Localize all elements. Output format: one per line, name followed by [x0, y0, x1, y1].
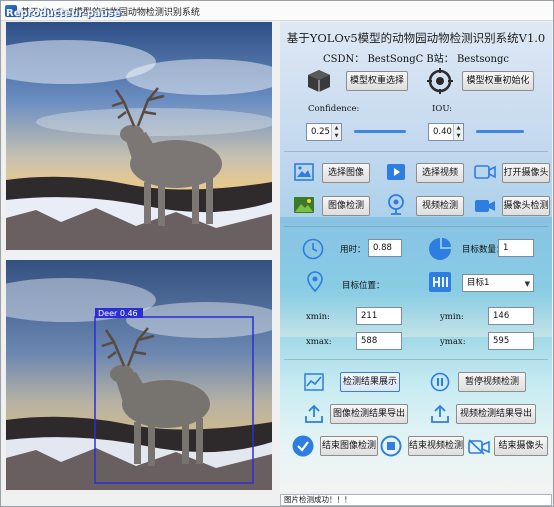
confidence-value: 0.25 — [311, 127, 330, 137]
line-chart-icon — [304, 373, 324, 391]
target-select-value: 目标1 — [467, 278, 490, 288]
target-position-label: 目标位置： — [342, 281, 385, 291]
separator-3 — [284, 359, 548, 360]
app-window: 基于YOLOv5模型的动物园动物检测识别系统 Reproducteur paus… — [0, 0, 554, 507]
confidence-spinbox[interactable]: 0.25 ▲ ▼ — [306, 123, 342, 141]
confidence-label: Confidence: — [308, 104, 360, 114]
select-image-button[interactable]: 选择图像 — [322, 163, 370, 183]
export-image-results-button[interactable]: 图像检测结果导出 — [330, 404, 408, 424]
end-video-detect-button[interactable]: 结束视频检测 — [408, 436, 464, 456]
image-icon — [294, 163, 314, 181]
select-weights-button[interactable]: 模型权重选择 — [346, 71, 408, 91]
ymin-field: 146 — [488, 307, 534, 325]
iou-spinbox[interactable]: 0.40 ▲ ▼ — [428, 123, 464, 141]
separator-1 — [284, 151, 548, 152]
image-detect-button[interactable]: 图像检测 — [322, 196, 370, 216]
detection-result-image: Deer 0.46 — [6, 260, 272, 490]
open-camera-button[interactable]: 打开摄像头 — [502, 163, 550, 183]
landscape-image-icon — [293, 196, 315, 214]
end-image-detect-button[interactable]: 结束图像检测 — [320, 436, 378, 456]
confidence-slider[interactable] — [354, 130, 406, 133]
iou-value: 0.40 — [433, 127, 452, 137]
separator-2 — [284, 226, 548, 227]
xmax-label: xmax: — [306, 337, 332, 347]
clock-icon — [302, 238, 324, 260]
show-results-button[interactable]: 检测结果展示 — [340, 372, 400, 392]
iou-slider[interactable] — [476, 130, 524, 133]
chevron-down-icon: ▼ — [524, 280, 530, 288]
stop-circle-icon — [380, 435, 402, 457]
pause-icon — [430, 372, 450, 392]
author-credits: CSDN： BestSongC B站： Bestsongc — [323, 54, 509, 65]
export-video-results-button[interactable]: 视频检测结果导出 — [456, 404, 536, 424]
xmin-field: 211 — [356, 307, 402, 325]
detection-label: Deer 0.46 — [98, 309, 138, 318]
time-label: 用时： — [340, 245, 366, 255]
control-panel: 基于YOLOv5模型的动物园动物检测识别系统V1.0 CSDN： BestSon… — [280, 22, 552, 492]
pause-video-button[interactable]: 暂停视频检测 — [458, 372, 526, 392]
end-camera-button[interactable]: 结束摄像头 — [494, 436, 548, 456]
ymax-label: ymax: — [440, 337, 466, 347]
target-count-field: 1 — [498, 239, 534, 257]
app-title: 基于YOLOv5模型的动物园动物检测识别系统V1.0 — [286, 31, 546, 45]
init-weights-button[interactable]: 模型权重初始化 — [462, 71, 534, 91]
overlay-label: Reproducteur pausé — [6, 8, 121, 19]
ymax-field: 595 — [488, 332, 534, 350]
image-divider — [6, 250, 272, 260]
hi-icon — [428, 271, 452, 293]
play-video-icon — [386, 163, 406, 181]
time-field: 0.88 — [368, 239, 402, 257]
original-image — [6, 22, 272, 250]
status-bar: 图片检测成功！！！ — [280, 494, 552, 506]
location-pin-icon — [306, 271, 324, 293]
target-select-dropdown[interactable]: 目标1 ▼ — [462, 274, 534, 292]
pie-chart-icon — [428, 237, 452, 261]
iou-label: IOU: — [432, 104, 453, 114]
video-off-icon — [468, 439, 490, 455]
video-detect-button[interactable]: 视频检测 — [416, 196, 464, 216]
webcam-icon — [387, 194, 405, 216]
xmin-label: xmin: — [306, 312, 330, 322]
check-circle-icon — [292, 435, 314, 457]
upload-icon — [430, 404, 450, 424]
confidence-stepper[interactable]: ▲ ▼ — [331, 124, 341, 140]
video-camera-icon — [474, 199, 496, 213]
target-gear-icon — [427, 68, 453, 94]
camera-icon — [474, 165, 496, 179]
camera-detect-button[interactable]: 摄像头检测 — [502, 196, 550, 216]
upload-icon — [304, 404, 324, 424]
ymin-label: ymin: — [440, 312, 464, 322]
select-video-button[interactable]: 选择视频 — [416, 163, 464, 183]
iou-stepper[interactable]: ▲ ▼ — [453, 124, 463, 140]
xmax-field: 588 — [356, 332, 402, 350]
cube-icon — [306, 68, 332, 94]
